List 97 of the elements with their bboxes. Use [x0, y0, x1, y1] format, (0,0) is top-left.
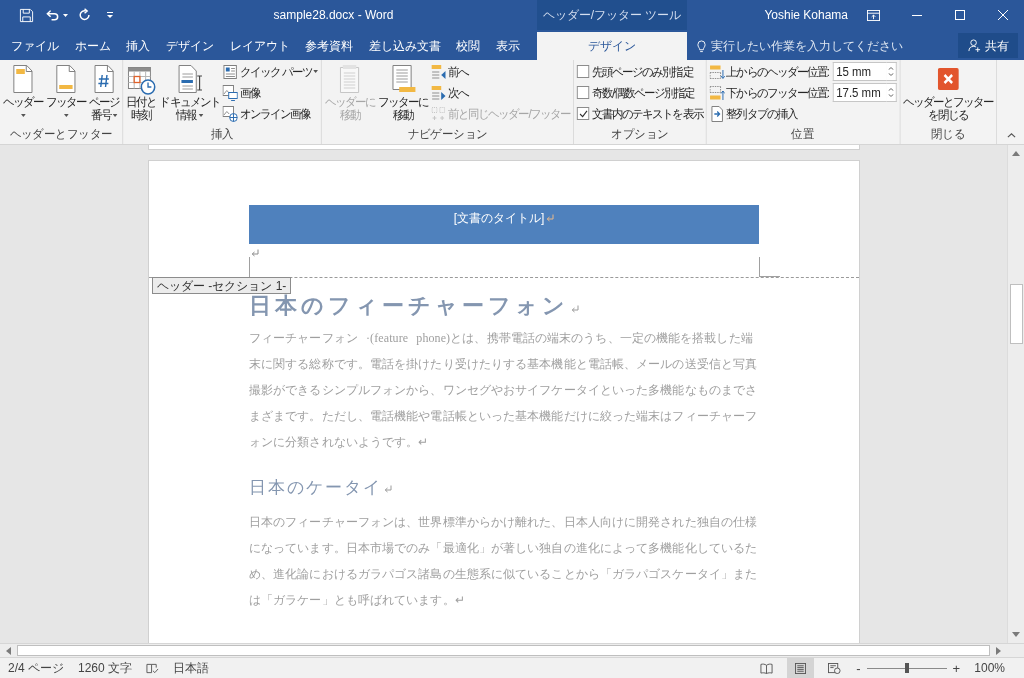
body-paragraph: 日本のフィーチャーフォンは、世界標準からかけ離れた、日本人向けに開発された独自の仕様になっています。日本市場でのみ「最適化」が著しい独自の進化によって多機能化しているため、進化論におけるガラパゴス諸島の生態系に似ていることから「ガラパゴスケータイ」または「ガラケー」とも呼ばれています。↵: [249, 514, 759, 609]
maximize-icon: [954, 10, 965, 20]
ribbon-button[interactable]: ヘッダーとフッター を閉じる: [902, 60, 995, 124]
paragraph-mark-icon: [571, 305, 579, 313]
ribbon-button[interactable]: クイック パーツ: [221, 61, 320, 82]
caret-icon[interactable]: [63, 13, 68, 17]
picture-icon: [222, 84, 238, 101]
ribbon-button[interactable]: フッターに 移動: [377, 60, 430, 124]
close-icon: [937, 68, 959, 90]
zoom-in-button[interactable]: +: [950, 661, 963, 675]
paragraph-mark-icon: [251, 249, 259, 257]
checkbox[interactable]: [577, 107, 590, 120]
paragraph-mark-icon: [546, 214, 555, 222]
open-book-icon: [760, 662, 774, 674]
ribbon-button[interactable]: フッター: [44, 60, 87, 124]
word-count[interactable]: 1260 文字: [78, 659, 133, 677]
scroll-up-arrow-icon[interactable]: [1012, 151, 1020, 156]
checkbox-label[interactable]: 文書内のテキストを表示: [592, 104, 703, 123]
crop-mark: [249, 257, 250, 277]
ribbon-tab[interactable]: ファイル: [6, 32, 64, 60]
vertical-scrollbar[interactable]: [1007, 145, 1024, 643]
checkbox[interactable]: [577, 86, 590, 99]
ribbon-button[interactable]: 前へ: [430, 61, 572, 82]
page-arrow-icon: [709, 105, 725, 122]
group-label: ナビゲーション: [407, 126, 488, 143]
ribbon-tab[interactable]: 表示: [491, 32, 525, 60]
customize-menu-icon[interactable]: [106, 11, 114, 19]
ribbon-display-icon: [867, 9, 880, 21]
page-layout-icon: [795, 662, 807, 674]
body-paragraph: フィーチャーフォン ·(feature phone)とは、携帯電話の端末のうち、一定の機能を搭載した端末に関する総称です。電話を掛けたり受けたりする基本機能と電話帳、メールの送受信と写真撮影ができるシンプルフォンから、ワンセグやおサイフケータイといった多機能なものまでさまざまです。ただし、電話機能や電話帳といった基本機能だけに絞った端末はフィーチャーフォンに分類されないようです。↵: [249, 330, 759, 451]
scrollbar-thumb[interactable]: [1009, 284, 1023, 344]
language-status[interactable]: 日本語: [173, 659, 210, 677]
redo-icon[interactable]: [78, 8, 92, 22]
group-label: ヘッダーとフッター: [9, 126, 113, 143]
paragraph-mark-icon: [384, 485, 392, 493]
group-label: 挿入: [210, 126, 234, 143]
checkbox-label[interactable]: 先頭ページのみ別指定: [592, 62, 693, 81]
header-position-icon: [709, 63, 725, 80]
undo-icon[interactable]: [45, 8, 60, 22]
dashed-boxes-icon: [431, 105, 447, 122]
header-section-tag: ヘッダー -セクション 1-: [152, 277, 292, 294]
ribbon-tab[interactable]: レイアウト: [224, 32, 295, 60]
document-title-placeholder[interactable]: [文書のタイトル]: [453, 211, 545, 225]
checkbox-label[interactable]: 奇数/偶数ページ別指定: [592, 83, 695, 102]
ribbon-button[interactable]: ドキュメント 情報: [158, 60, 221, 124]
tell-me-field[interactable]: 実行したい作業を入力してください: [711, 37, 911, 55]
user-name[interactable]: Yoshie Kohama: [764, 6, 848, 24]
contextual-tab-header: ヘッダー/フッター ツール: [537, 0, 687, 30]
horizontal-scrollbar[interactable]: [0, 643, 1024, 657]
ribbon-button[interactable]: 整列タブの挿入: [708, 103, 898, 124]
zoom-level[interactable]: 100%: [974, 659, 1005, 677]
ribbon-tab[interactable]: 校閲: [451, 32, 486, 60]
ribbon-button[interactable]: ページ 番号: [87, 60, 121, 124]
ribbon-button[interactable]: 日付と 時刻: [125, 60, 158, 124]
scroll-right-arrow-icon[interactable]: [996, 646, 1001, 655]
checkbox[interactable]: [577, 65, 590, 78]
ribbon-tab[interactable]: デザイン: [537, 32, 687, 60]
minimize-icon: [911, 14, 922, 16]
chevron-up-icon[interactable]: [1007, 133, 1016, 138]
group-label: 閉じる: [930, 126, 966, 143]
add-person-icon: [967, 39, 981, 52]
zoom-slider[interactable]: [867, 662, 948, 674]
slider-thumb[interactable]: [905, 663, 910, 673]
spinner-label: 下からのフッター位置:: [726, 84, 829, 102]
ribbon-button[interactable]: 画像: [221, 82, 320, 103]
save-icon[interactable]: [19, 7, 34, 23]
web-layout-icon: [828, 662, 842, 674]
ribbon-tab[interactable]: 参考資料: [300, 32, 359, 60]
scroll-down-arrow-icon[interactable]: [1012, 632, 1020, 637]
ribbon-button[interactable]: オンライン画像: [221, 103, 320, 124]
ribbon-tab[interactable]: 差し込み文書: [363, 32, 446, 60]
group-label: 位置: [791, 126, 815, 143]
close-icon: [997, 10, 1008, 20]
section-heading: 日本のケータイ: [249, 478, 382, 497]
window-title: sample28.docx - Word: [273, 7, 394, 24]
view-button[interactable]: [787, 658, 815, 678]
proofing-book-icon[interactable]: [146, 662, 160, 674]
group-label: オプション: [611, 126, 669, 143]
next-arrow-icon: [431, 84, 447, 101]
ribbon-tab[interactable]: ホーム: [69, 32, 116, 60]
ribbon-button[interactable]: ヘッダー: [1, 60, 44, 124]
previous-arrow-icon: [431, 63, 447, 80]
ribbon-button[interactable]: 次へ: [430, 82, 572, 103]
share-button[interactable]: 共有: [958, 33, 1018, 58]
picture-globe-icon: [222, 105, 238, 122]
scrollbar-thumb[interactable]: [17, 645, 990, 656]
ribbon-tab[interactable]: デザイン: [160, 32, 219, 60]
lightbulb-icon: [697, 39, 706, 53]
checkmark-icon: [578, 108, 588, 119]
zoom-out-button[interactable]: -: [852, 661, 865, 675]
scroll-left-arrow-icon[interactable]: [6, 646, 11, 655]
page-count[interactable]: 2/4 ページ: [8, 659, 64, 677]
ribbon-tab[interactable]: 挿入: [121, 32, 156, 60]
document-title: 日本のフィーチャーフォン: [249, 293, 569, 318]
spinner-label: 上からのヘッダー位置:: [726, 63, 829, 81]
footer-position-icon: [709, 84, 725, 101]
quick-parts-icon: [222, 63, 238, 80]
